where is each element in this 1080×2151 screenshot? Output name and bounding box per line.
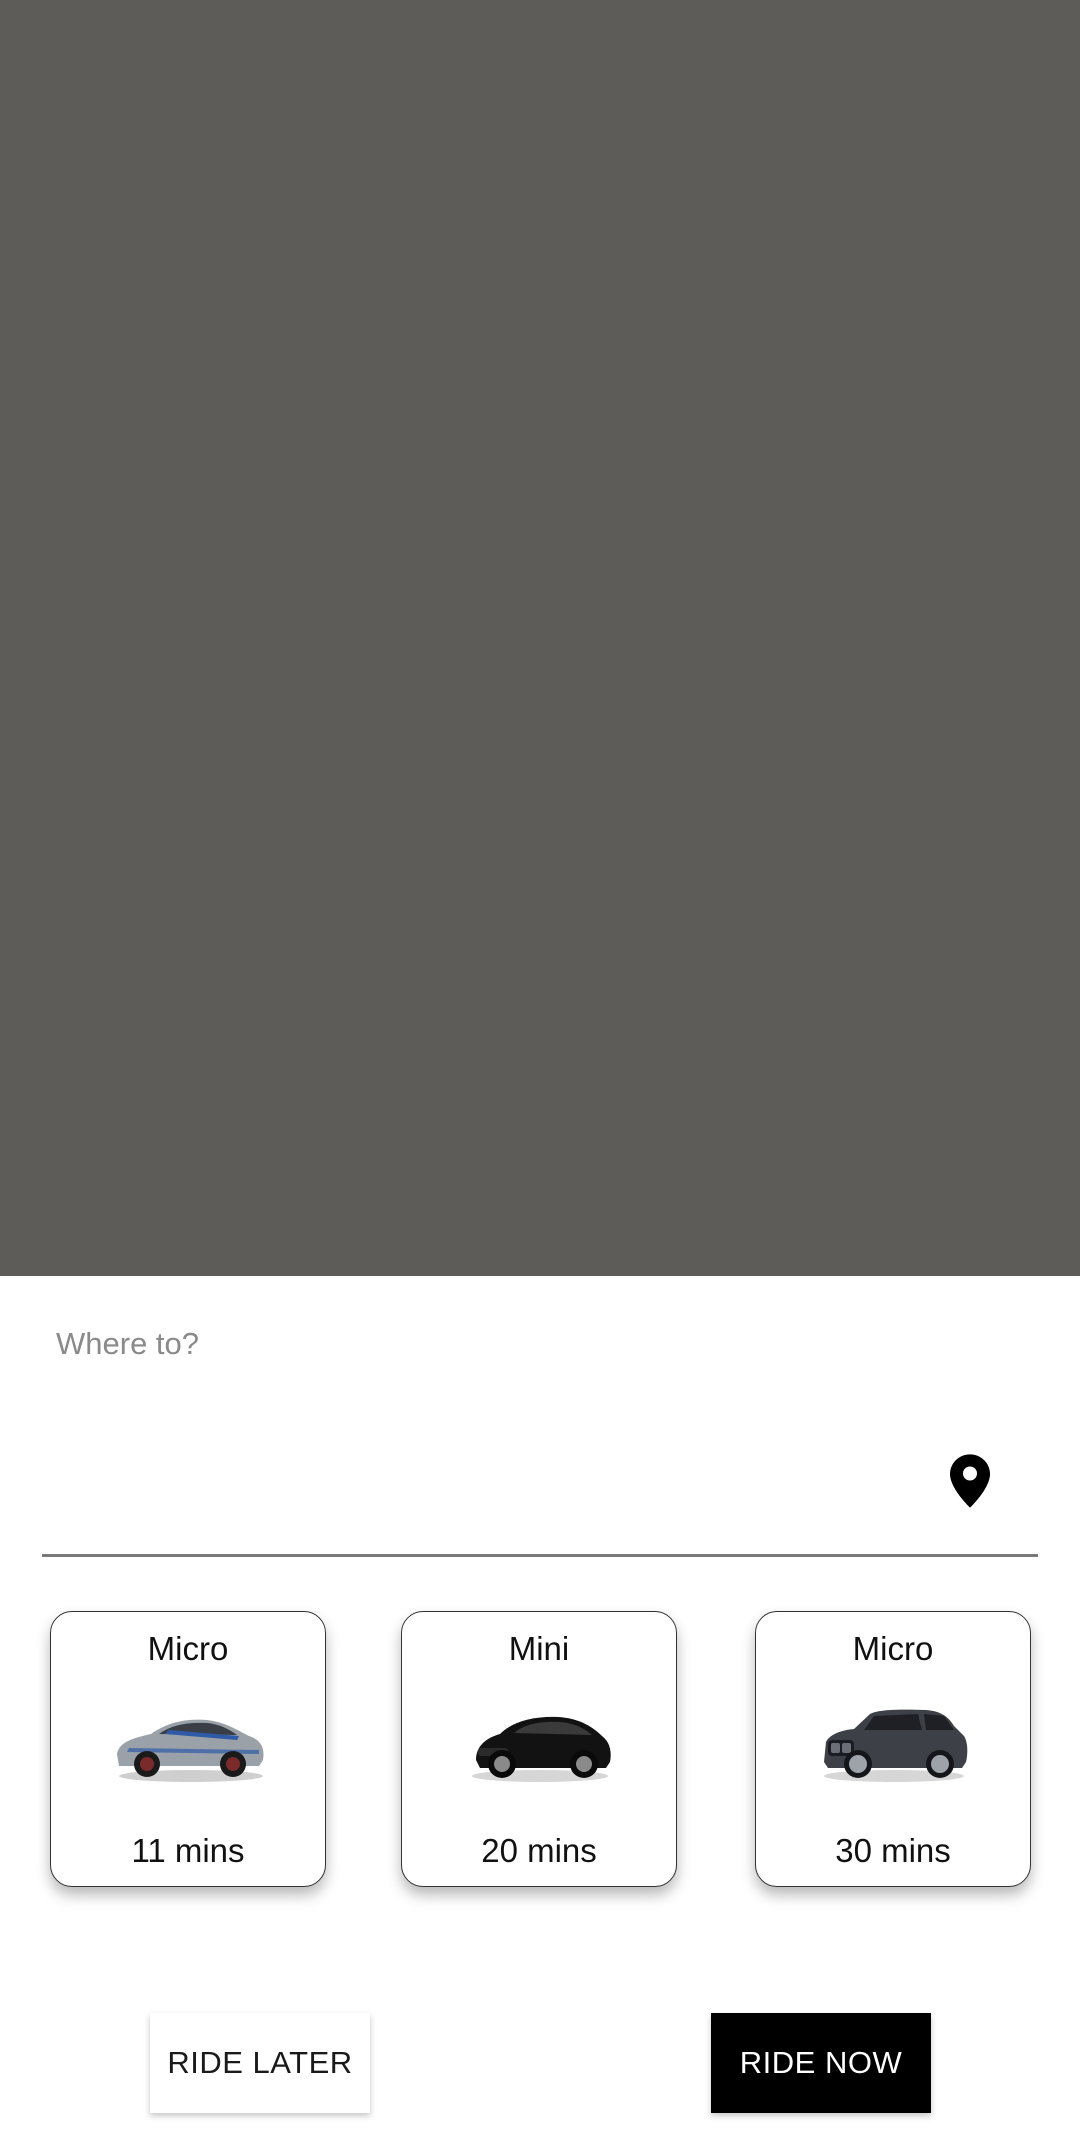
ride-name: Mini — [508, 1630, 570, 1667]
ride-option-card[interactable]: Mini 20 mins — [401, 1611, 677, 1887]
destination-input[interactable] — [42, 1396, 962, 1506]
ride-name: Micro — [147, 1630, 229, 1667]
ride-eta: 30 mins — [835, 1832, 951, 1869]
ride-now-button[interactable]: RIDE NOW — [711, 2013, 931, 2113]
booking-sheet: Where to? Micro 11 mins Mini 20 mins Mic… — [0, 1276, 1080, 2151]
destination-label: Where to? — [56, 1326, 200, 1361]
ride-option-card[interactable]: Micro 30 mins — [755, 1611, 1031, 1887]
ride-option-card[interactable]: Micro 11 mins — [50, 1611, 326, 1887]
ride-options: Micro 11 mins Mini 20 mins Micro 30 mins — [0, 1611, 1080, 1891]
map-view[interactable] — [0, 0, 1080, 1276]
car-grey-suv-icon — [824, 1709, 968, 1782]
car-black-suv-icon — [472, 1716, 611, 1782]
location-pin-icon[interactable] — [950, 1454, 990, 1508]
ride-eta: 20 mins — [481, 1832, 597, 1869]
ride-later-button[interactable]: RIDE LATER — [150, 2013, 370, 2113]
ride-name: Micro — [852, 1630, 934, 1667]
car-silver-coupe-icon — [117, 1719, 264, 1782]
destination-field: Where to? — [42, 1276, 1038, 1557]
destination-underline — [42, 1554, 1038, 1557]
ride-eta: 11 mins — [131, 1832, 245, 1869]
